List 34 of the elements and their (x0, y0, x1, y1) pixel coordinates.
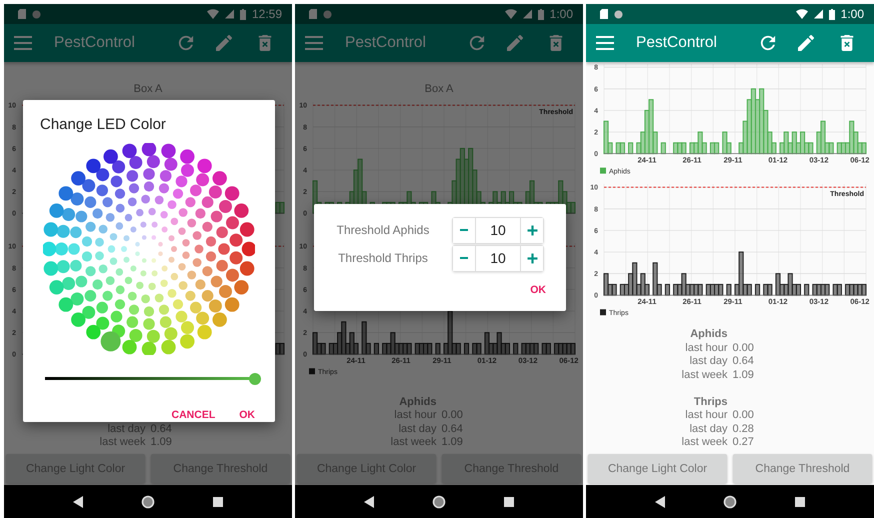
stat-value: 0.28 (732, 422, 755, 436)
stats-title: Aphids (689, 328, 728, 342)
stat-label: last day (688, 355, 728, 370)
stat-label: last day (688, 422, 728, 436)
stats-title: Aphids (398, 396, 436, 410)
stat-value: 0.00 (732, 342, 755, 356)
stat-value: 0.00 (732, 409, 755, 423)
stat-label: last hour (393, 409, 436, 423)
stat-label: last week (680, 436, 728, 450)
threshold-label: Threshold Thrips (337, 251, 429, 265)
stat-value: 0.00 (442, 409, 464, 423)
status-time: 1:00 (550, 7, 573, 21)
app-title: PestControl (54, 34, 136, 52)
stat-value: 1.09 (732, 369, 755, 383)
stat-label: last hour (684, 342, 728, 356)
stat-label: last week (98, 436, 146, 450)
stat-label: last week (390, 436, 436, 450)
status-time: 1:00 (840, 7, 864, 21)
threshold-label: Threshold Aphids (336, 223, 430, 237)
app-title: PestControl (636, 34, 718, 52)
chart-title: Box A (132, 82, 164, 96)
stat-value: 1.09 (150, 436, 173, 450)
dialog-title: Change LED Color (39, 115, 167, 133)
chart-title: Box A (424, 82, 454, 96)
stat-value: 0.64 (732, 355, 755, 370)
stat-label: last hour (684, 409, 728, 423)
stat-value: 0.27 (732, 436, 755, 450)
stat-label: last week (680, 369, 728, 383)
stat-label: last day (398, 422, 436, 436)
app-title: PestControl (345, 34, 427, 52)
stat-value: 0.64 (442, 422, 464, 436)
stat-value: 1.09 (442, 436, 464, 450)
status-time: 12:59 (252, 7, 282, 21)
stats-title: Thrips (692, 396, 728, 410)
